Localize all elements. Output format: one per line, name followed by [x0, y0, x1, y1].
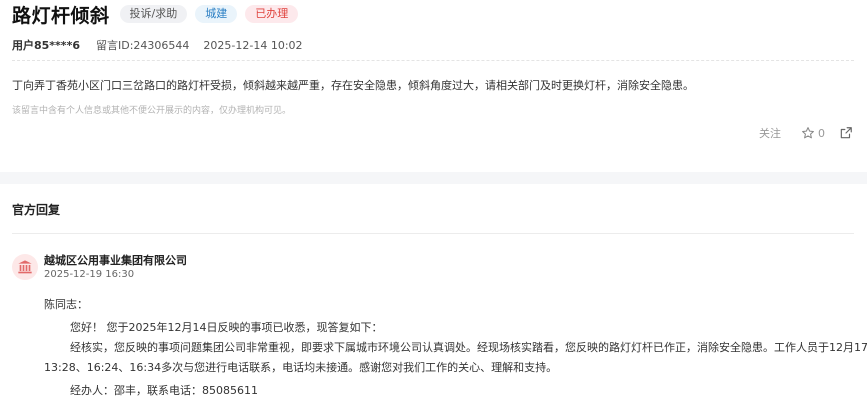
- reply-handler: 经办人：邵丰，联系电话：85085611: [70, 384, 258, 397]
- reply-paragraph: 您好！ 您于2025年12月14日反映的事项已收悉，现答复如下：: [70, 321, 383, 334]
- share-icon: [840, 127, 852, 139]
- org-avatar: [12, 254, 38, 280]
- reply-org-name: 越城区公用事业集团有限公司: [44, 254, 187, 267]
- post-content: 丁向弄丁香苑小区门口三岔路口的路灯杆受损，倾斜越来越严重，存在安全隐患，倾斜角度…: [12, 79, 694, 92]
- star-outline-icon: [802, 127, 814, 139]
- reply-section-title: 官方回复: [12, 203, 61, 217]
- post-user: 用户85****6: [12, 39, 80, 52]
- share-button[interactable]: [839, 126, 853, 140]
- divider: [12, 60, 854, 61]
- domain-tag[interactable]: 城建: [195, 5, 238, 23]
- reply-paragraph: 13:28、16:24、16:34多次与您进行电话联系，电话均未接通。感谢您对我…: [44, 361, 558, 374]
- reply-divider: [12, 233, 854, 234]
- like-button[interactable]: 0: [801, 126, 825, 140]
- government-building-icon: [18, 260, 32, 274]
- like-count: 0: [818, 126, 825, 140]
- section-divider: [0, 172, 867, 184]
- post-time: 2025-12-14 10:02: [203, 39, 303, 52]
- message-id: 留言ID:24306544: [95, 39, 190, 52]
- reply-salutation: 陈同志：: [44, 298, 88, 311]
- status-badge: 已办理: [245, 5, 299, 23]
- post-title: 路灯杆倾斜: [12, 4, 110, 27]
- privacy-notice: 该留言中含有个人信息或其他不便公开展示的内容，仅办理机构可见。: [12, 106, 292, 116]
- post-meta: 用户85****6 留言ID:24306544 2025-12-14 10:02: [12, 37, 303, 53]
- category-tag[interactable]: 投诉/求助: [119, 5, 188, 23]
- follow-button[interactable]: 关注: [759, 125, 781, 141]
- reply-paragraph: 经核实，您反映的事项问题集团公司非常重视，即要求下属城市环境公司认真调处。经现场…: [70, 341, 867, 354]
- post-header: 路灯杆倾斜 投诉/求助 城建 已办理: [12, 1, 299, 27]
- reply-time: 2025-12-19 16:30: [44, 269, 135, 280]
- post-actions: 关注 0: [759, 125, 853, 141]
